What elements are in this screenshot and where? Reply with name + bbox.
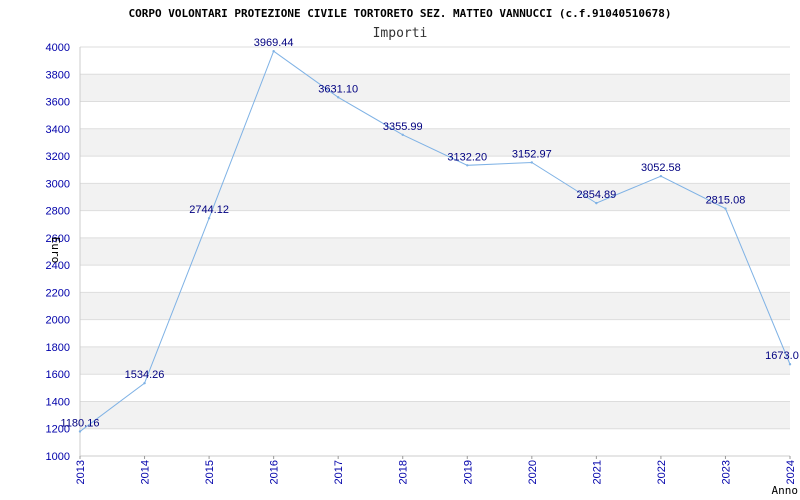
x-tick-label: 2018 — [398, 460, 410, 484]
chart-subtitle: Importi — [373, 26, 428, 41]
data-label: 3132.20 — [447, 151, 487, 163]
data-label: 1534.26 — [125, 369, 165, 381]
y-tick-label: 2000 — [46, 315, 70, 327]
y-tick-label: 1400 — [46, 396, 70, 408]
data-point — [336, 96, 340, 99]
data-label: 1673.0 — [765, 350, 799, 362]
x-tick-label: 2022 — [656, 460, 668, 484]
data-point — [78, 430, 82, 433]
x-tick-label: 2023 — [720, 460, 732, 484]
data-point — [401, 133, 404, 137]
y-tick-label: 3200 — [46, 151, 70, 163]
data-label: 3969.44 — [254, 37, 294, 49]
x-tick-label: 2019 — [462, 460, 474, 484]
x-tick-label: 2024 — [785, 460, 797, 484]
y-tick-label: 4000 — [46, 42, 70, 54]
x-tick-label: 2020 — [527, 460, 539, 484]
grid-band — [80, 128, 790, 157]
y-tick-label: 2800 — [46, 206, 70, 218]
y-tick-label: 3000 — [46, 178, 70, 190]
data-label: 3052.58 — [641, 162, 681, 174]
data-label: 2815.08 — [706, 195, 746, 207]
data-point — [272, 49, 275, 53]
data-label: 3355.99 — [383, 121, 423, 133]
x-tick-labels: 2013 2014 2015 2016 2017 2018 2019 2020 2021 2022… — [75, 460, 797, 484]
chart-title: CORPO VOLONTARI PROTEZIONE CIVILE TORTOR… — [128, 7, 671, 20]
x-tick-label: 2016 — [269, 460, 281, 484]
x-tick-label: 2015 — [204, 460, 216, 484]
data-point — [788, 363, 792, 366]
data-label: 3152.97 — [512, 148, 552, 160]
data-point — [466, 164, 469, 167]
data-point — [659, 174, 663, 178]
y-tick-label: 3600 — [46, 97, 70, 109]
data-label: 1180.16 — [61, 417, 100, 429]
data-point — [724, 207, 727, 210]
grid-band — [80, 401, 790, 429]
y-tick-label: 1600 — [46, 369, 70, 381]
data-point — [143, 381, 146, 385]
x-axis-label: Anno — [772, 484, 799, 497]
data-label: 2744.12 — [189, 204, 229, 216]
y-tick-label: 3800 — [46, 69, 70, 81]
grid-band — [80, 346, 790, 375]
line-chart: 1000120014001600180020002200240026002800… — [46, 7, 799, 497]
grid-band — [80, 292, 790, 320]
grid-band — [80, 74, 790, 102]
data-point — [595, 201, 598, 205]
data-point — [207, 217, 211, 220]
y-axis-label: Euro — [49, 237, 62, 264]
x-tick-label: 2021 — [591, 460, 603, 484]
grid-bands — [80, 74, 790, 429]
data-label: 3631.10 — [318, 83, 358, 95]
x-tick-label: 2014 — [140, 460, 152, 484]
y-tick-label: 3400 — [46, 124, 70, 136]
y-tick-label: 2200 — [46, 287, 70, 299]
x-tick-label: 2013 — [75, 460, 87, 484]
data-label: 2854.89 — [576, 189, 616, 201]
grid-band — [80, 237, 790, 266]
y-tick-label: 1800 — [46, 342, 70, 354]
data-point — [530, 161, 534, 164]
y-tick-label: 1000 — [46, 451, 70, 463]
x-tick-label: 2017 — [333, 460, 345, 484]
